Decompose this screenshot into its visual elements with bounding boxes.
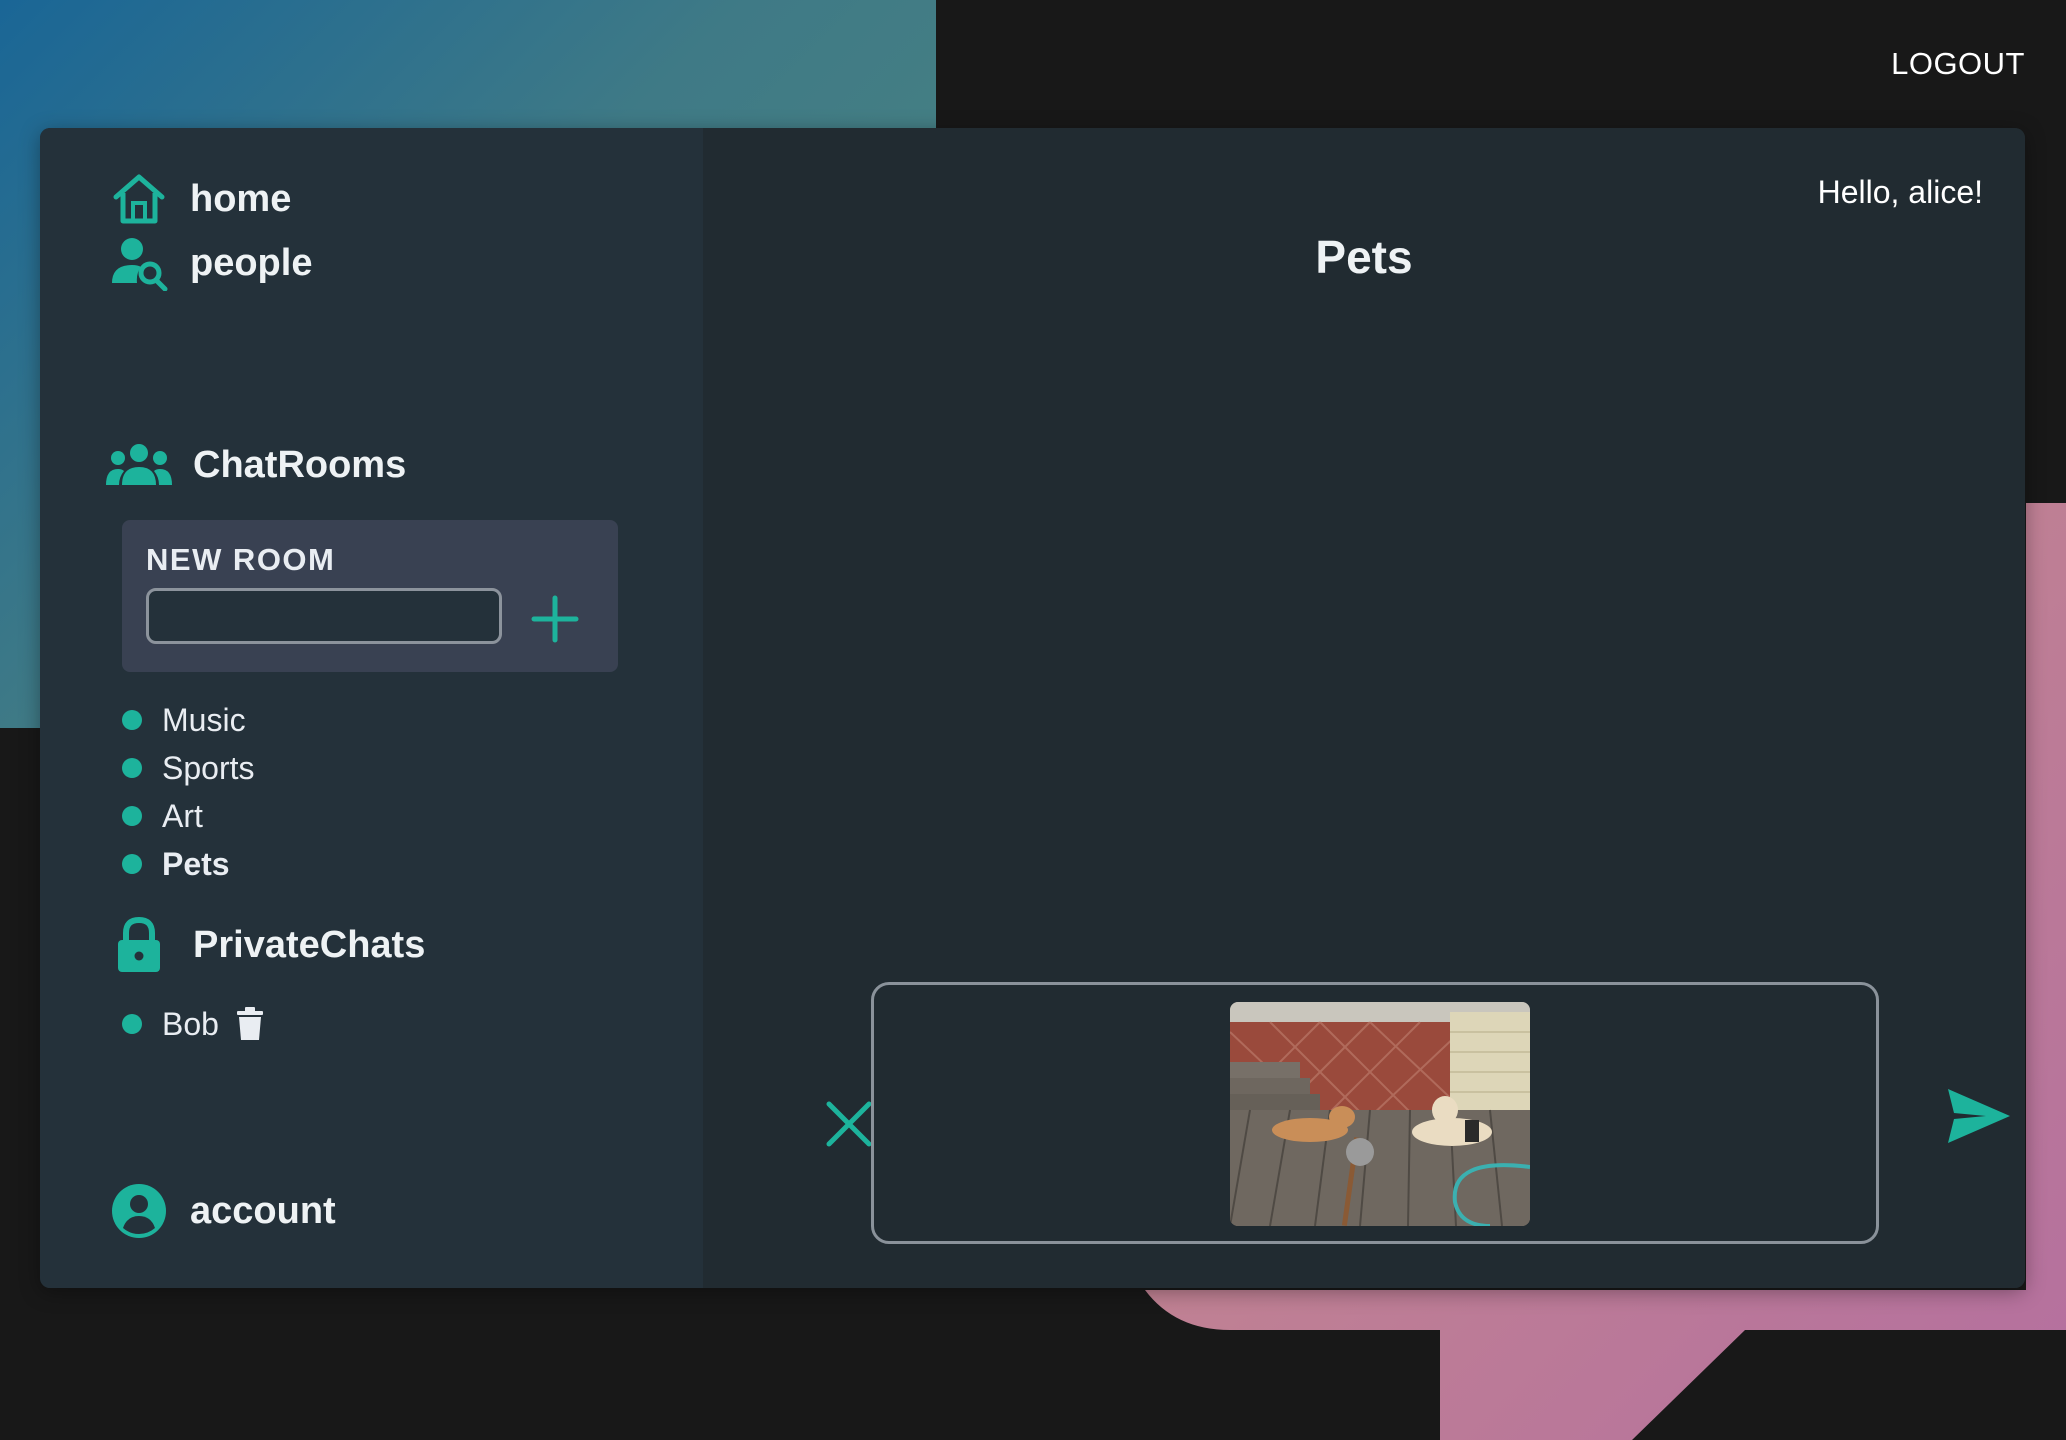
room-label: Sports bbox=[162, 749, 255, 786]
nav-people[interactable]: people bbox=[110, 234, 312, 292]
new-room-form: NEW ROOM bbox=[122, 520, 618, 672]
nav-account-label: account bbox=[190, 1189, 336, 1232]
chat-bullet bbox=[122, 1014, 142, 1034]
room-item-art[interactable]: Art bbox=[122, 792, 254, 840]
group-icon bbox=[105, 434, 173, 496]
chat-app-window: home people ChatRooms NEW ROOM Music Spo… bbox=[40, 128, 2025, 1288]
new-room-input[interactable] bbox=[146, 588, 502, 644]
room-item-music[interactable]: Music bbox=[122, 696, 254, 744]
private-chat-list: Bob bbox=[122, 1000, 265, 1048]
plus-icon[interactable] bbox=[530, 594, 580, 644]
nav-people-label: people bbox=[190, 241, 313, 284]
home-icon bbox=[110, 170, 168, 228]
room-label: Music bbox=[162, 701, 246, 738]
image-attachment-preview bbox=[1230, 1002, 1530, 1226]
room-bullet bbox=[122, 710, 142, 730]
room-bullet bbox=[122, 806, 142, 826]
trash-icon[interactable] bbox=[235, 1007, 265, 1041]
person-search-icon bbox=[110, 234, 168, 292]
room-title: Pets bbox=[1315, 231, 1413, 283]
nav-account[interactable]: account bbox=[110, 1182, 336, 1240]
chatrooms-heading: ChatRooms bbox=[105, 434, 406, 496]
close-icon[interactable] bbox=[823, 1098, 875, 1150]
nav-home-label: home bbox=[190, 177, 292, 220]
lock-icon bbox=[105, 914, 173, 976]
private-chat-label: Bob bbox=[162, 1005, 219, 1042]
greeting: Hello, alice! bbox=[1817, 174, 1983, 210]
room-list: Music Sports Art Pets bbox=[122, 696, 254, 888]
room-label: Art bbox=[162, 797, 203, 834]
chatrooms-title: ChatRooms bbox=[193, 443, 407, 486]
message-composer[interactable] bbox=[871, 982, 1879, 1244]
room-bullet bbox=[122, 854, 142, 874]
room-label: Pets bbox=[162, 845, 230, 882]
chat-main-panel: Hello, alice! Pets bbox=[703, 128, 2025, 1288]
private-chat-item-bob[interactable]: Bob bbox=[122, 1000, 265, 1048]
new-room-label: NEW ROOM bbox=[146, 542, 336, 577]
room-bullet bbox=[122, 758, 142, 778]
send-icon[interactable] bbox=[1946, 1083, 2012, 1149]
sidebar: home people ChatRooms NEW ROOM Music Spo… bbox=[40, 128, 703, 1288]
private-chats-title: PrivateChats bbox=[193, 923, 426, 966]
private-chats-heading: PrivateChats bbox=[105, 914, 425, 976]
logout-button[interactable]: LOGOUT bbox=[1891, 46, 2025, 82]
nav-home[interactable]: home bbox=[110, 170, 291, 228]
room-item-pets[interactable]: Pets bbox=[122, 840, 254, 888]
room-item-sports[interactable]: Sports bbox=[122, 744, 254, 792]
account-circle-icon bbox=[110, 1182, 168, 1240]
